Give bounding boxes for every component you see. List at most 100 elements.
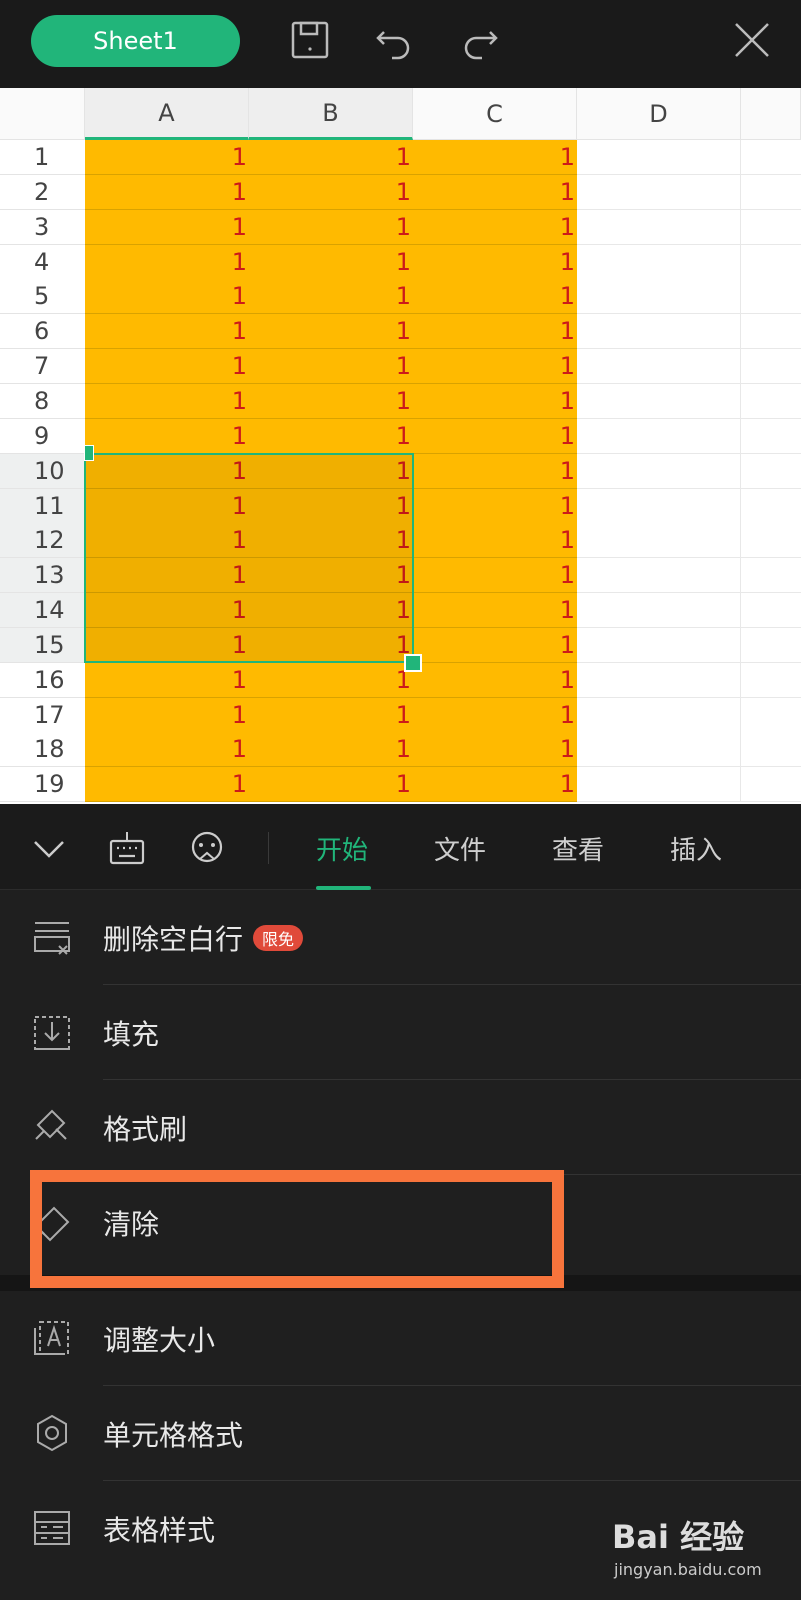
undo-icon[interactable]: [372, 18, 416, 62]
cell[interactable]: 1: [85, 767, 249, 803]
cell[interactable]: 1: [413, 767, 577, 803]
cell[interactable]: 1: [85, 732, 249, 768]
row-header-17[interactable]: 17: [0, 697, 85, 733]
cell[interactable]: 1: [413, 523, 577, 559]
cell[interactable]: 1: [413, 209, 577, 245]
keyboard-icon[interactable]: [105, 826, 149, 870]
chevron-down-icon[interactable]: [27, 826, 71, 870]
row-header-7[interactable]: 7: [0, 349, 85, 385]
row-header-14[interactable]: 14: [0, 593, 85, 629]
column-header-d[interactable]: D: [577, 88, 741, 140]
cell[interactable]: [741, 697, 801, 733]
cell[interactable]: 1: [249, 662, 413, 698]
column-header-e[interactable]: [741, 88, 801, 140]
cell[interactable]: 1: [249, 174, 413, 210]
tab-view[interactable]: 查看: [552, 822, 604, 874]
cell[interactable]: 1: [249, 418, 413, 454]
cell[interactable]: [741, 418, 801, 454]
cell[interactable]: 1: [413, 174, 577, 210]
cell[interactable]: 1: [85, 383, 249, 419]
row-header-8[interactable]: 8: [0, 383, 85, 419]
cell[interactable]: 1: [249, 140, 413, 175]
cell[interactable]: 1: [249, 314, 413, 350]
cell[interactable]: 1: [413, 453, 577, 489]
cell[interactable]: [577, 140, 741, 175]
cell[interactable]: [577, 453, 741, 489]
cell[interactable]: [741, 349, 801, 385]
cell[interactable]: [577, 732, 741, 768]
cell[interactable]: [741, 593, 801, 629]
cell[interactable]: [741, 244, 801, 280]
cell[interactable]: 1: [249, 732, 413, 768]
cell[interactable]: [577, 488, 741, 524]
cell[interactable]: 1: [413, 593, 577, 629]
cell[interactable]: 1: [249, 697, 413, 733]
cell[interactable]: 1: [413, 697, 577, 733]
row-header-1[interactable]: 1: [0, 140, 85, 175]
cell[interactable]: [577, 279, 741, 315]
cell[interactable]: [741, 174, 801, 210]
cell[interactable]: 1: [85, 140, 249, 175]
grid-corner[interactable]: [0, 88, 85, 140]
cell[interactable]: [741, 488, 801, 524]
row-header-9[interactable]: 9: [0, 418, 85, 454]
cell[interactable]: 1: [85, 697, 249, 733]
cell[interactable]: [577, 418, 741, 454]
cell[interactable]: [741, 767, 801, 803]
cell[interactable]: [741, 732, 801, 768]
cell[interactable]: 1: [413, 314, 577, 350]
column-header-a[interactable]: A: [85, 88, 249, 140]
column-header-c[interactable]: C: [413, 88, 577, 140]
cell[interactable]: 1: [413, 488, 577, 524]
cell[interactable]: [577, 697, 741, 733]
cell[interactable]: 1: [85, 314, 249, 350]
cell[interactable]: 1: [85, 174, 249, 210]
cell[interactable]: 1: [249, 349, 413, 385]
redo-icon[interactable]: [458, 18, 502, 62]
row-header-3[interactable]: 3: [0, 209, 85, 245]
cell[interactable]: 1: [413, 244, 577, 280]
tab-insert[interactable]: 插入: [670, 822, 722, 874]
cell[interactable]: 1: [249, 209, 413, 245]
row-header-18[interactable]: 18: [0, 732, 85, 768]
menu-item-resize[interactable]: 调整大小: [0, 1291, 801, 1386]
cell[interactable]: 1: [85, 244, 249, 280]
sheet-tab-button[interactable]: Sheet1: [31, 15, 240, 67]
cell[interactable]: 1: [413, 662, 577, 698]
cell[interactable]: 1: [413, 140, 577, 175]
cell[interactable]: [741, 453, 801, 489]
cell[interactable]: [577, 383, 741, 419]
cell[interactable]: 1: [85, 418, 249, 454]
selection-handle-top-left[interactable]: [84, 445, 94, 461]
cell[interactable]: [741, 383, 801, 419]
row-header-6[interactable]: 6: [0, 314, 85, 350]
cell[interactable]: 1: [413, 732, 577, 768]
cell[interactable]: [577, 627, 741, 663]
menu-item-fill[interactable]: 填充: [0, 985, 801, 1080]
row-header-16[interactable]: 16: [0, 662, 85, 698]
cell[interactable]: [741, 279, 801, 315]
cell[interactable]: 1: [85, 349, 249, 385]
row-header-11[interactable]: 11: [0, 488, 85, 524]
row-header-5[interactable]: 5: [0, 279, 85, 315]
row-header-12[interactable]: 12: [0, 523, 85, 559]
cell[interactable]: 1: [249, 279, 413, 315]
cell[interactable]: [577, 244, 741, 280]
row-header-13[interactable]: 13: [0, 558, 85, 594]
cell[interactable]: 1: [85, 279, 249, 315]
menu-item-cell-format[interactable]: 单元格格式: [0, 1386, 801, 1481]
selection-handle-bottom-right[interactable]: [404, 654, 422, 672]
menu-item-clear[interactable]: 清除: [0, 1175, 801, 1270]
row-header-2[interactable]: 2: [0, 174, 85, 210]
cell[interactable]: [577, 662, 741, 698]
row-header-15[interactable]: 15: [0, 627, 85, 663]
spreadsheet-grid[interactable]: ABCD111121113111411151116111711181119111…: [0, 88, 801, 804]
column-header-b[interactable]: B: [249, 88, 413, 140]
cell[interactable]: [577, 558, 741, 594]
cell[interactable]: [741, 140, 801, 175]
cell[interactable]: 1: [413, 279, 577, 315]
cell[interactable]: [577, 314, 741, 350]
cell[interactable]: 1: [413, 383, 577, 419]
close-icon[interactable]: [730, 18, 774, 62]
cell[interactable]: 1: [85, 209, 249, 245]
